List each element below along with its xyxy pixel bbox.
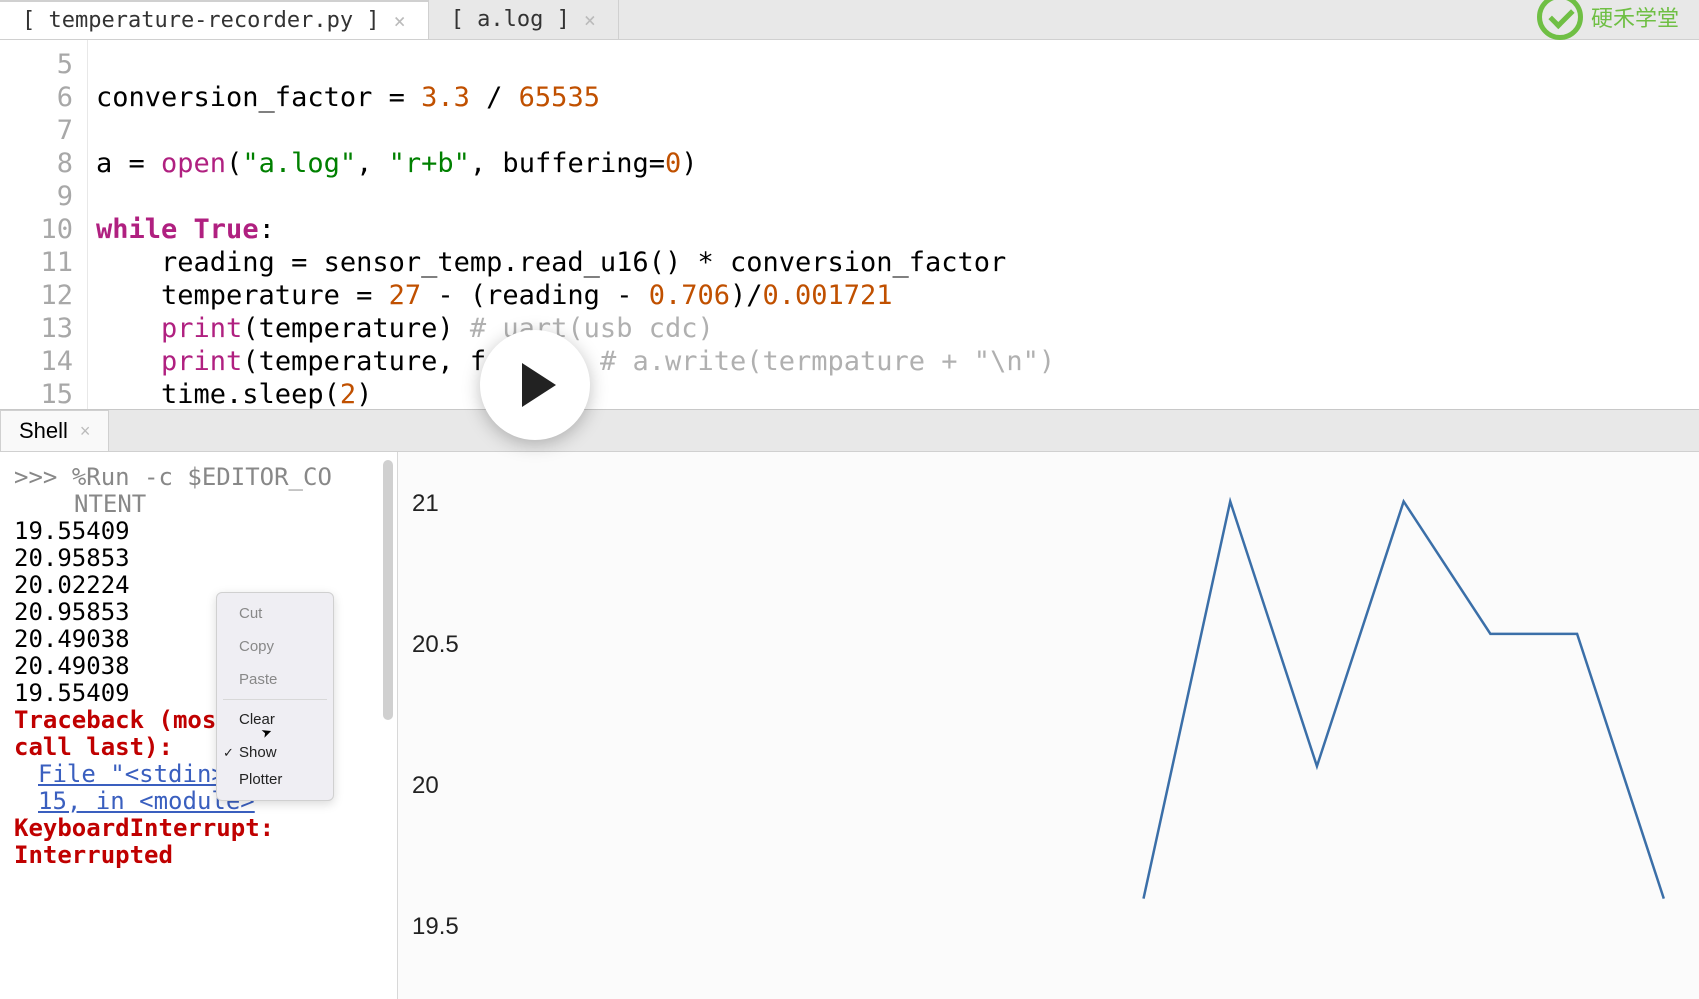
tab-shell[interactable]: Shell × [0,410,109,451]
menu-cut: Cut [217,597,333,630]
editor-tabbar: [ temperature-recorder.py ] × [ a.log ] … [0,0,1699,40]
traceback-line: call last): [14,733,173,761]
tab-a-log[interactable]: [ a.log ] × [429,0,619,39]
shell-command-wrap: NTENT [14,491,383,518]
shell-tabbar: Shell × [0,410,1699,452]
shell-value: 19.55409 [14,518,383,545]
plot-y-tick: 20.5 [412,631,459,659]
context-menu: Cut Copy Paste Clear ✓ Show Plotter [216,592,334,801]
close-icon[interactable]: × [584,8,596,32]
menu-clear[interactable]: Clear [217,703,333,736]
brand-badge: 硬禾学堂 [1537,0,1679,40]
scrollbar[interactable] [383,460,393,720]
line-number-gutter: 5678910111213141516 [0,40,88,409]
play-overlay-button[interactable] [480,330,590,440]
shell-command: %Run -c $EDITOR_CO [72,463,332,491]
shell-output[interactable]: >>> %Run -c $EDITOR_CO NTENT 19.5540920.… [0,452,398,999]
code-area[interactable]: conversion_factor = 3.3 / 65535a = open(… [88,40,1699,409]
play-icon [522,363,556,407]
keyboard-interrupt: KeyboardInterrupt: [14,814,274,842]
check-icon: ✓ [223,739,234,766]
tab-label: [ temperature-recorder.py ] [22,8,380,33]
close-icon[interactable]: × [394,9,406,33]
shell-prompt: >>> [14,463,57,491]
traceback-line: Traceback (mos [14,706,216,734]
tab-label: Shell [19,418,68,444]
tab-label: [ a.log ] [451,7,570,32]
interrupted-line: Interrupted [14,841,173,869]
brand-check-icon [1537,0,1583,40]
plot-y-tick: 19.5 [412,913,459,941]
plotter-panel: 21 20.5 20 19.5 [398,452,1699,999]
plot-y-tick: 20 [412,772,439,800]
menu-copy: Copy [217,630,333,663]
brand-text: 硬禾学堂 [1591,1,1679,33]
bottom-pane: >>> %Run -c $EDITOR_CO NTENT 19.5540920.… [0,452,1699,999]
close-icon[interactable]: × [80,421,91,442]
menu-separator [223,699,327,700]
tab-temperature-recorder[interactable]: [ temperature-recorder.py ] × [0,0,429,39]
menu-paste: Paste [217,663,333,696]
plot-line [478,462,1688,989]
code-editor[interactable]: 5678910111213141516 conversion_factor = … [0,40,1699,410]
shell-value: 20.95853 [14,545,383,572]
plot-y-tick: 21 [412,490,439,518]
